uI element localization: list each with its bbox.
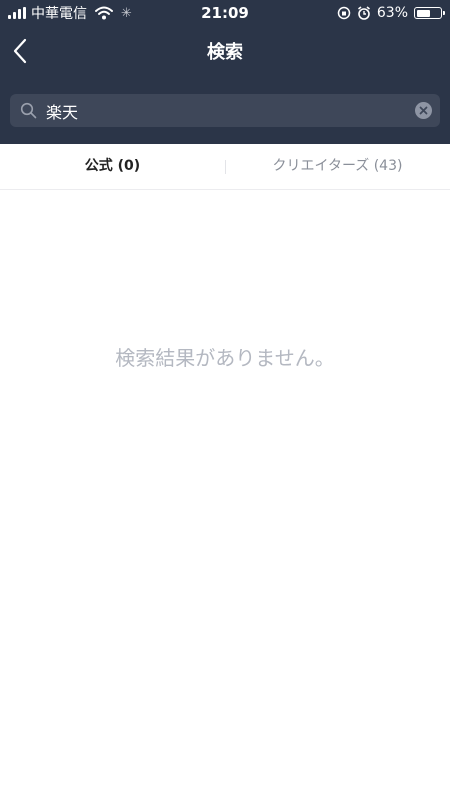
nav-bar: 検索 — [0, 26, 450, 76]
battery-fill — [416, 9, 430, 17]
battery-icon — [414, 7, 445, 19]
search-input[interactable] — [46, 94, 406, 127]
tab-creators[interactable]: クリエイターズ (43) — [225, 144, 450, 189]
tab-official[interactable]: 公式 (0) — [0, 144, 225, 189]
empty-results-message: 検索結果がありません。 — [115, 346, 335, 370]
search-icon — [20, 102, 37, 119]
back-button[interactable] — [8, 36, 38, 66]
clear-search-icon[interactable] — [415, 102, 432, 119]
orientation-lock-icon — [337, 6, 351, 20]
alarm-icon — [357, 6, 370, 20]
status-right: 63% — [337, 4, 445, 22]
battery-percent: 63% — [376, 5, 408, 21]
tab-divider — [225, 160, 226, 174]
status-bar: 中華電信 ✳ 21:09 63% — [0, 0, 450, 26]
header: 中華電信 ✳ 21:09 63% 検索 楽天 — [0, 0, 450, 144]
search-field[interactable] — [10, 94, 440, 127]
page-title: 検索 — [207, 42, 243, 63]
